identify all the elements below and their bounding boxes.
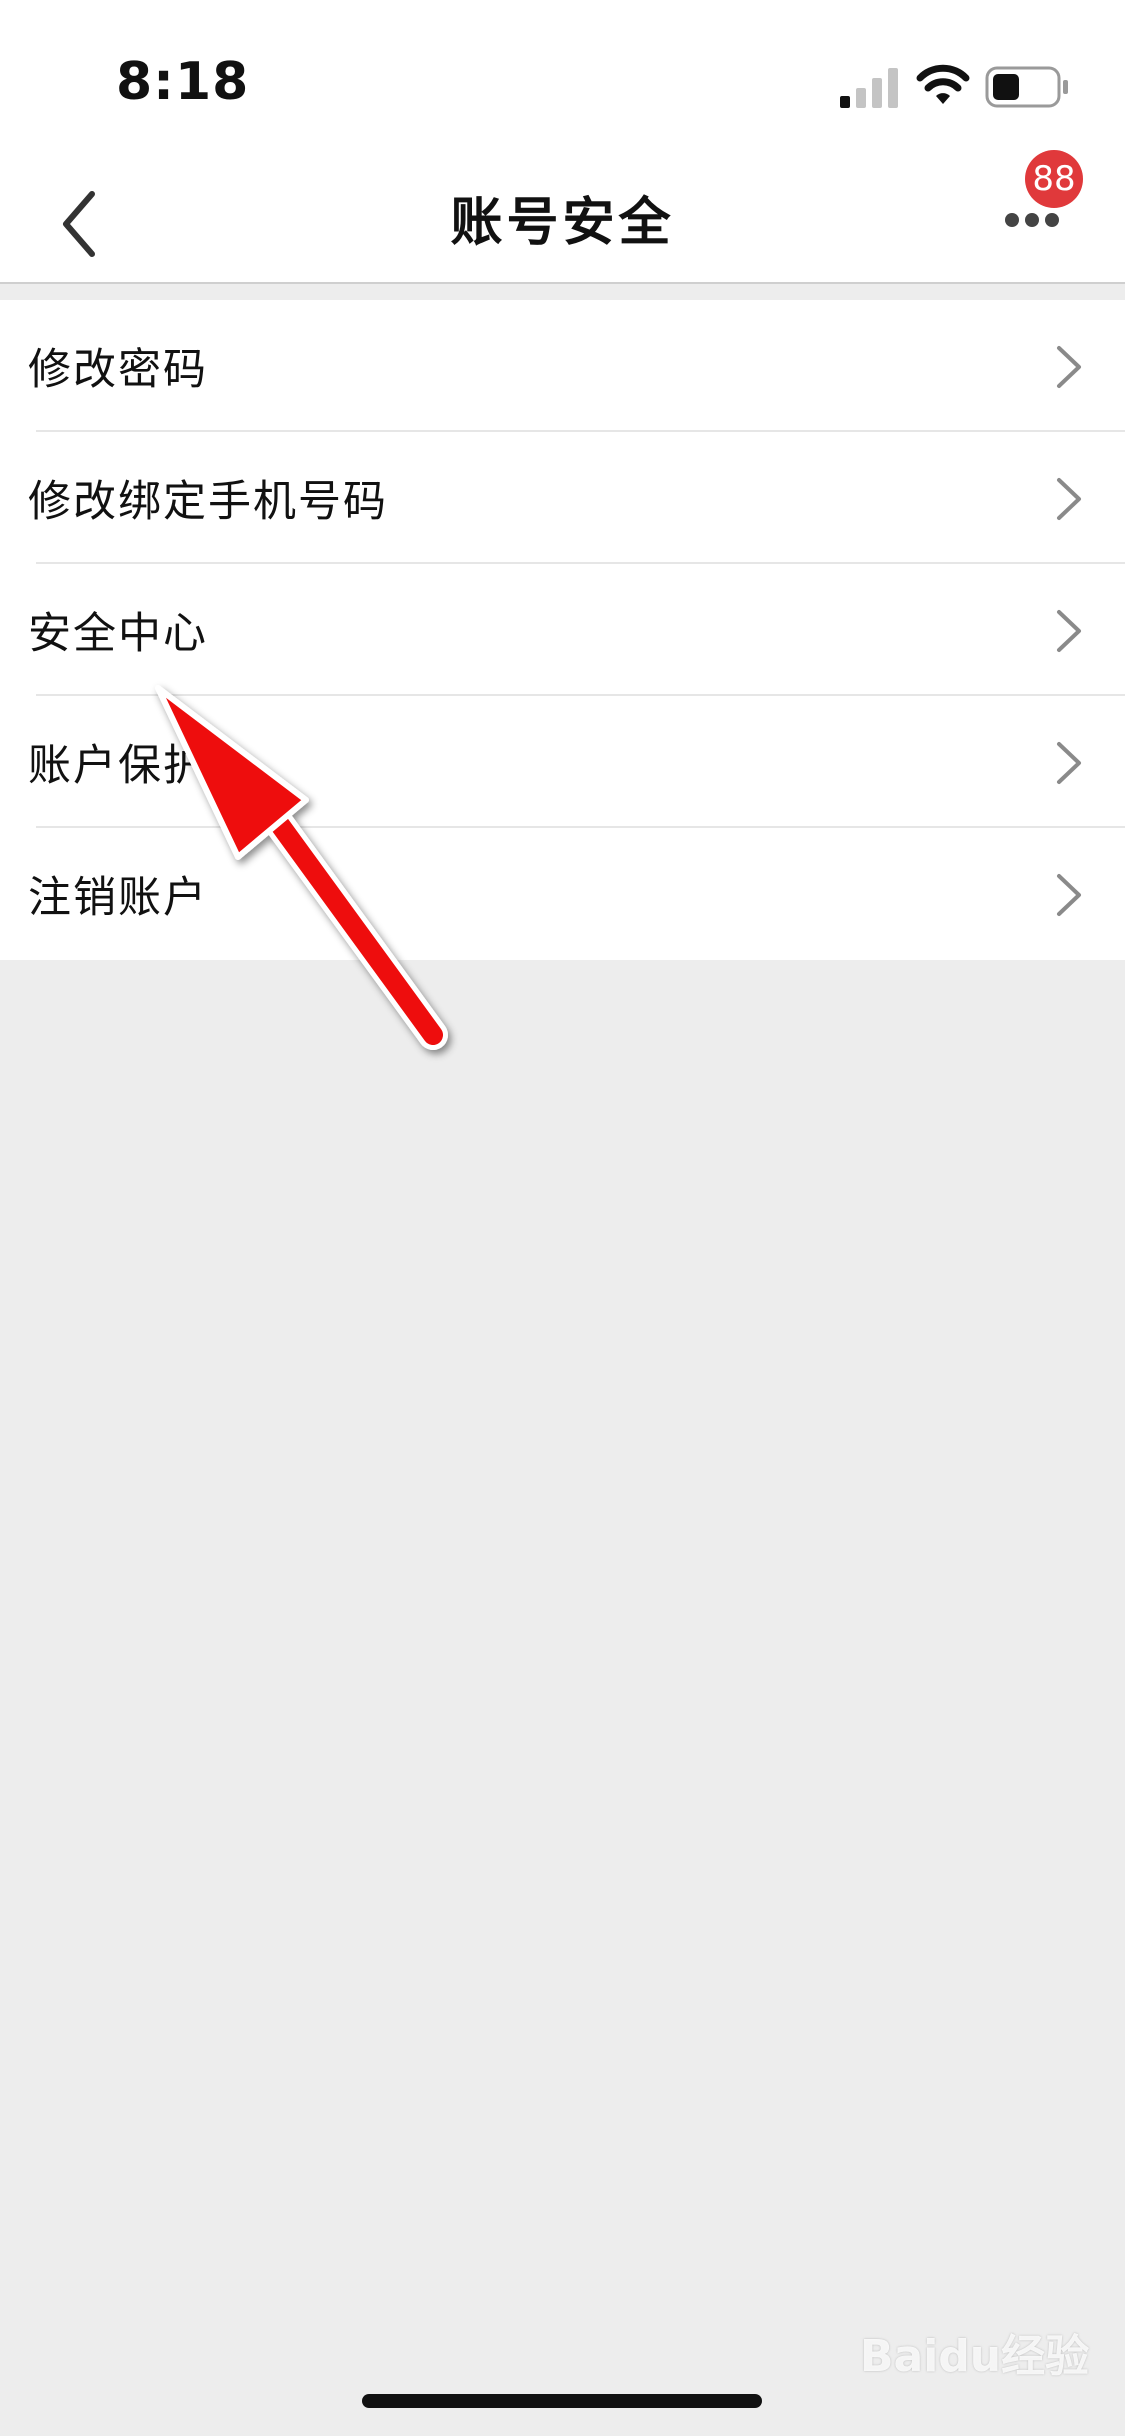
list-item-label: 注销账户 bbox=[28, 873, 208, 923]
list-item-label: 修改绑定手机号码 bbox=[28, 477, 388, 527]
list-item-delete-account[interactable]: 注销账户 bbox=[0, 828, 1125, 960]
chevron-right-icon bbox=[1057, 478, 1081, 520]
list-item-security-center[interactable]: 安全中心 bbox=[0, 564, 1125, 696]
home-indicator[interactable] bbox=[362, 2394, 762, 2408]
chevron-right-icon bbox=[1057, 610, 1081, 652]
page-title: 账号安全 bbox=[450, 193, 675, 253]
list-item-change-password[interactable]: 修改密码 bbox=[0, 300, 1125, 432]
notification-badge: 88 bbox=[1025, 150, 1083, 208]
wifi-icon bbox=[916, 64, 970, 104]
list-item-label: 账户保护 bbox=[28, 741, 208, 791]
nav-bar: 账号安全 bbox=[0, 140, 1125, 284]
account-security-list: 修改密码 修改绑定手机号码 安全中心 账户保护 注销账户 bbox=[0, 300, 1125, 960]
list-item-change-phone[interactable]: 修改绑定手机号码 bbox=[0, 432, 1125, 564]
list-item-account-protection[interactable]: 账户保护 bbox=[0, 696, 1125, 828]
list-item-label: 安全中心 bbox=[28, 609, 208, 659]
chevron-right-icon bbox=[1057, 874, 1081, 916]
status-bar: 8:18 bbox=[0, 0, 1125, 140]
signal-icon bbox=[840, 68, 898, 108]
status-time: 8:18 bbox=[116, 52, 250, 112]
chevron-right-icon bbox=[1057, 346, 1081, 388]
watermark-logo: Baidu经验 bbox=[860, 2331, 1090, 2382]
list-item-label: 修改密码 bbox=[28, 345, 208, 395]
chevron-right-icon bbox=[1057, 742, 1081, 784]
battery-icon bbox=[985, 66, 1068, 108]
